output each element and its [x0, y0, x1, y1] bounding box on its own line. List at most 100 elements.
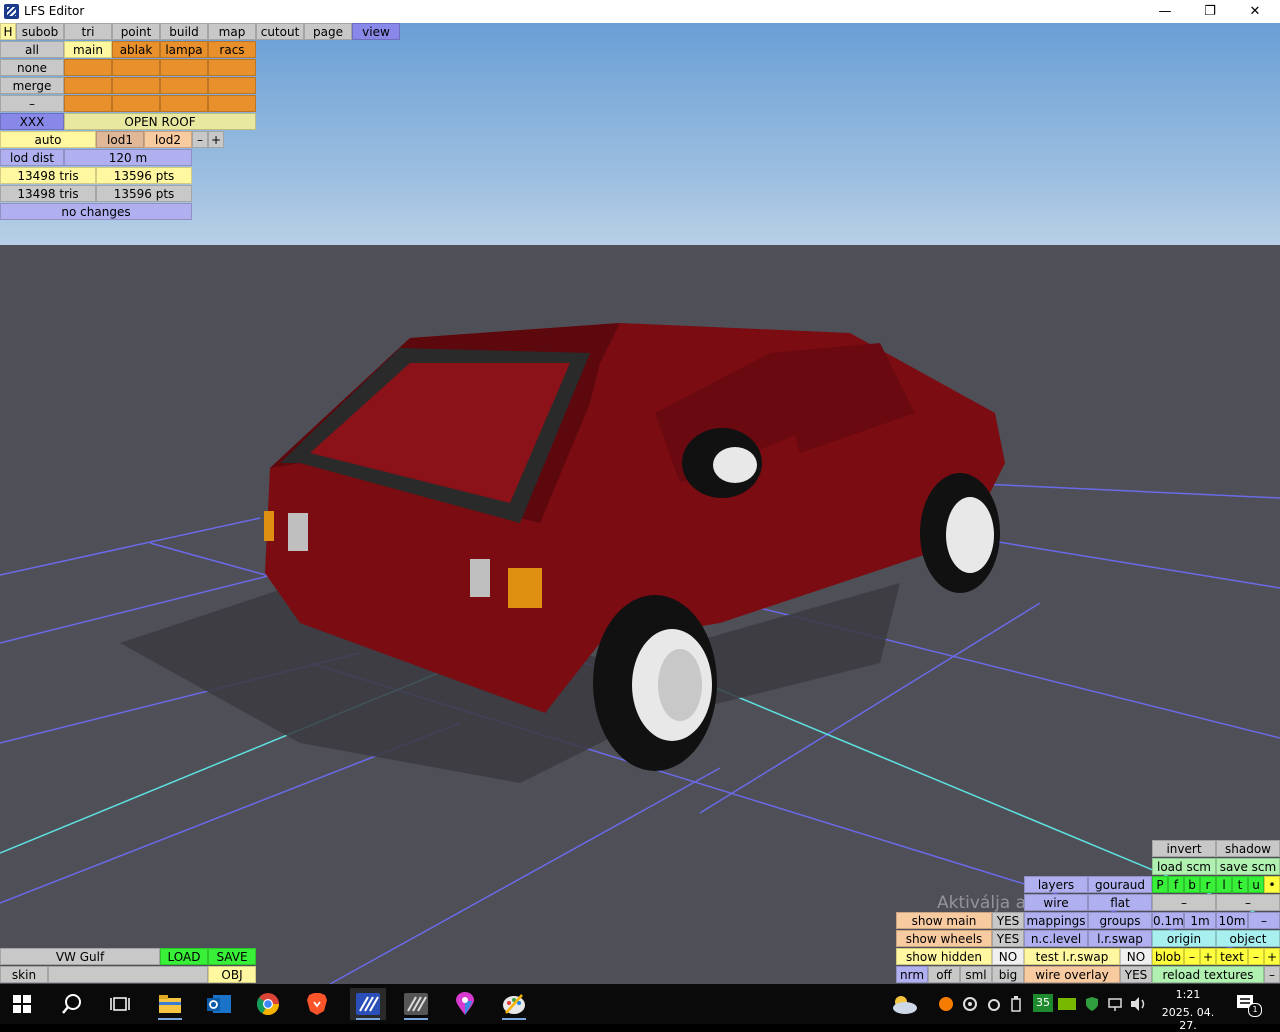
lod1-button[interactable]: lod1 [96, 131, 144, 148]
task-view-button[interactable] [102, 988, 138, 1020]
sml-button[interactable]: sml [960, 966, 992, 983]
paint-taskbar-app[interactable] [496, 988, 532, 1020]
xxx-button[interactable]: XXX [0, 113, 64, 130]
subobject-slot[interactable] [112, 95, 160, 112]
subobject-main[interactable]: main [64, 41, 112, 58]
tab-view[interactable]: view [352, 23, 400, 40]
tab-page[interactable]: page [304, 23, 352, 40]
subobject-lampa[interactable]: lampa [160, 41, 208, 58]
tab-cutout[interactable]: cutout [256, 23, 304, 40]
select-none-button[interactable]: none [0, 59, 64, 76]
skin-field[interactable] [48, 966, 208, 983]
dash-button[interactable]: – [1152, 894, 1216, 911]
3d-viewport[interactable]: Aktiválja a Windowst [0, 23, 1280, 984]
step-minus-button[interactable]: – [1248, 912, 1280, 929]
save-scm-button[interactable]: save scm [1216, 858, 1280, 875]
tray-app-icon[interactable] [1010, 996, 1022, 1016]
blob-button[interactable]: blob [1152, 948, 1184, 965]
view-u-button[interactable]: u [1248, 876, 1264, 893]
volume-button[interactable] [1130, 996, 1148, 1016]
subobject-slot[interactable] [160, 77, 208, 94]
model-name[interactable]: VW Gulf [0, 948, 160, 965]
groups-button[interactable]: groups [1088, 912, 1152, 929]
blob-minus-button[interactable]: – [1184, 948, 1200, 965]
text-minus-button[interactable]: – [1248, 948, 1264, 965]
network-button[interactable] [1108, 996, 1124, 1016]
tray-app-icon[interactable] [1058, 996, 1076, 1016]
show-main-button[interactable]: show main [896, 912, 992, 929]
counter-badge[interactable]: 35 [1033, 994, 1053, 1012]
gouraud-button[interactable]: gouraud [1088, 876, 1152, 893]
big-button[interactable]: big [992, 966, 1024, 983]
tray-app-icon[interactable] [962, 996, 978, 1016]
view-dot-button[interactable]: • [1264, 876, 1280, 893]
load-scm-button[interactable]: load scm [1152, 858, 1216, 875]
text-button[interactable]: text [1216, 948, 1248, 965]
reload-textures-button[interactable]: reload textures [1152, 966, 1264, 983]
layers-button[interactable]: layers [1024, 876, 1088, 893]
search-button[interactable] [54, 988, 90, 1020]
subobject-slot[interactable] [160, 59, 208, 76]
tab-point[interactable]: point [112, 23, 160, 40]
lfs-editor-taskbar-app[interactable] [350, 988, 386, 1020]
tray-app-icon[interactable] [986, 996, 1002, 1016]
obj-button[interactable]: OBJ [208, 966, 256, 983]
view-t-button[interactable]: t [1232, 876, 1248, 893]
origin-button[interactable]: origin [1152, 930, 1216, 947]
subobject-slot[interactable] [208, 77, 256, 94]
tab-tri[interactable]: tri [64, 23, 112, 40]
open-roof-label[interactable]: OPEN ROOF [64, 113, 256, 130]
tab-map[interactable]: map [208, 23, 256, 40]
step-0-1m-button[interactable]: 0.1m [1152, 912, 1184, 929]
wire-overlay-value[interactable]: YES [1120, 966, 1152, 983]
show-wheels-value[interactable]: YES [992, 930, 1024, 947]
wire-button[interactable]: wire [1024, 894, 1088, 911]
wire-overlay-button[interactable]: wire overlay [1024, 966, 1120, 983]
view-p-button[interactable]: P [1152, 876, 1168, 893]
subobject-slot[interactable] [64, 77, 112, 94]
subobject-slot[interactable] [160, 95, 208, 112]
view-f-button[interactable]: f [1168, 876, 1184, 893]
mappings-button[interactable]: mappings [1024, 912, 1088, 929]
subobject-slot[interactable] [208, 59, 256, 76]
merge-button[interactable]: merge [0, 77, 64, 94]
windows-start-button[interactable] [4, 988, 40, 1020]
brave-taskbar-app[interactable] [299, 988, 335, 1020]
nrm-button[interactable]: nrm [896, 966, 928, 983]
tray-app-icon[interactable] [1084, 996, 1100, 1016]
off-button[interactable]: off [928, 966, 960, 983]
lod2-button[interactable]: lod2 [144, 131, 192, 148]
view-l-button[interactable]: l [1216, 876, 1232, 893]
subobject-slot[interactable] [112, 59, 160, 76]
nc-level-button[interactable]: n.c.level [1024, 930, 1088, 947]
step-10m-button[interactable]: 10m [1216, 912, 1248, 929]
test-lr-swap-button[interactable]: test l.r.swap [1024, 948, 1120, 965]
lod-dist-value[interactable]: 120 m [64, 149, 192, 166]
show-wheels-button[interactable]: show wheels [896, 930, 992, 947]
lr-swap-button[interactable]: l.r.swap [1088, 930, 1152, 947]
end-dash-button[interactable]: – [1264, 966, 1280, 983]
lod-minus-button[interactable]: – [192, 131, 208, 148]
tab-h[interactable]: H [0, 23, 16, 40]
close-button[interactable]: ✕ [1232, 0, 1278, 23]
tab-subob[interactable]: subob [16, 23, 64, 40]
save-button[interactable]: SAVE [208, 948, 256, 965]
restore-button[interactable]: ❐ [1187, 0, 1233, 23]
lfs-taskbar-app[interactable] [398, 988, 434, 1020]
step-1m-button[interactable]: 1m [1184, 912, 1216, 929]
select-all-button[interactable]: all [0, 41, 64, 58]
subobject-slot[interactable] [64, 95, 112, 112]
load-button[interactable]: LOAD [160, 948, 208, 965]
file-explorer-taskbar-app[interactable] [152, 988, 188, 1020]
tray-app-icon[interactable] [938, 996, 954, 1016]
subobject-slot[interactable] [64, 59, 112, 76]
blob-plus-button[interactable]: + [1200, 948, 1216, 965]
subobject-slot[interactable] [112, 77, 160, 94]
outlook-taskbar-app[interactable] [201, 988, 237, 1020]
notifications-button[interactable]: 1 [1236, 994, 1262, 1018]
subobject-racs[interactable]: racs [208, 41, 256, 58]
dash-button[interactable]: – [0, 95, 64, 112]
show-hidden-button[interactable]: show hidden [896, 948, 992, 965]
view-r-button[interactable]: r [1200, 876, 1216, 893]
test-lr-swap-value[interactable]: NO [1120, 948, 1152, 965]
